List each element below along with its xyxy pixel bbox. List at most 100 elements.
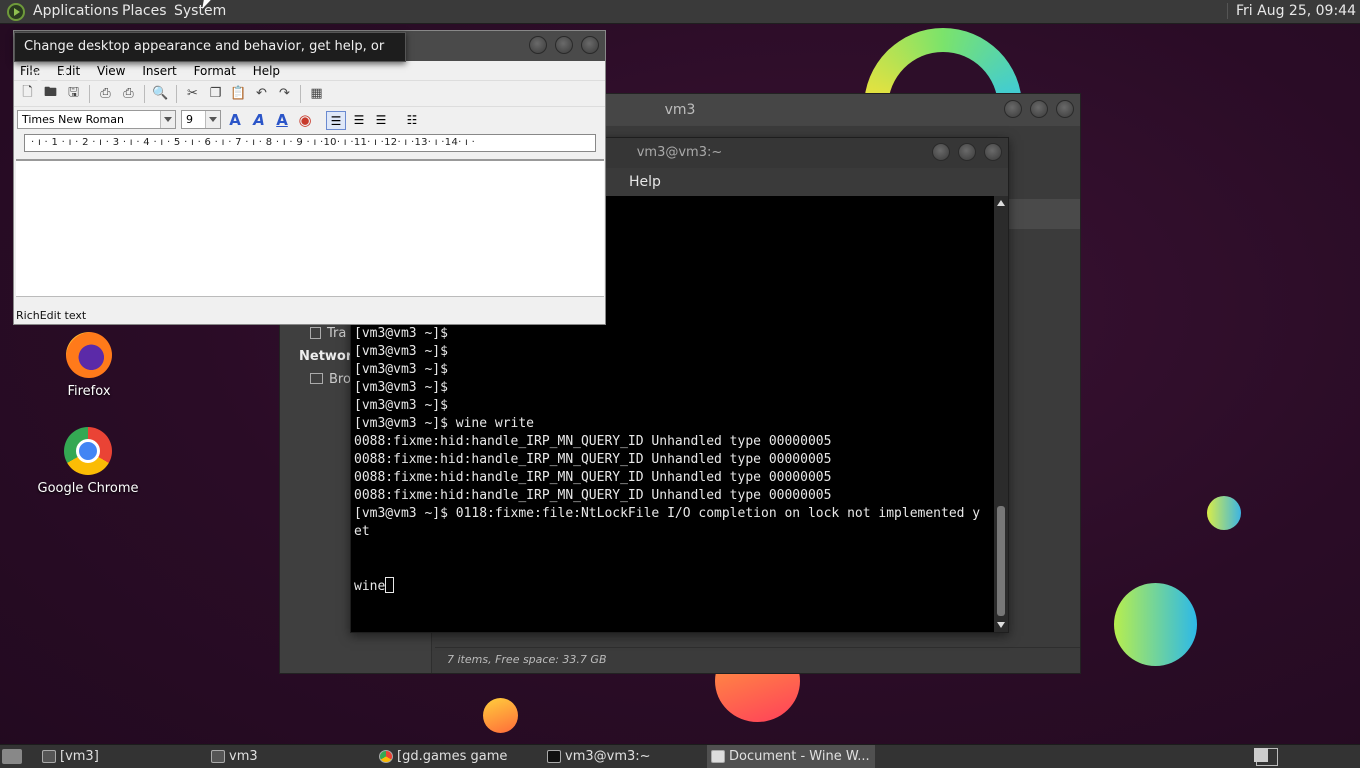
redo-icon[interactable]: ↷ [274,84,295,104]
bullet-list-icon[interactable]: ☷ [402,111,422,130]
copy-icon[interactable]: ❐ [205,84,226,104]
wordpad-icon [711,750,725,763]
minimize-button[interactable] [529,36,547,54]
close-button[interactable] [984,143,1002,161]
sidebar-item-browse-network[interactable]: Bro [310,372,351,387]
font-size-select[interactable]: 9 [181,110,221,129]
gnome-foot-icon[interactable] [7,3,25,21]
cut-icon[interactable]: ✂ [182,84,203,104]
terminal-input: wine [354,579,386,594]
align-left-icon[interactable]: ☰ [326,111,346,130]
scrollbar-thumb[interactable] [997,506,1005,616]
clock[interactable]: Fri Aug 25, 09:44 [1227,3,1356,19]
taskbar-item-terminal[interactable]: vm3@vm3:~ [543,745,703,768]
folder-icon [42,750,56,763]
taskbar-item-label: vm3@vm3:~ [565,749,651,764]
underline-icon[interactable]: A [272,111,292,130]
show-desktop-icon[interactable] [2,749,22,764]
terminal-line: 0088:fixme:hid:handle_IRP_MN_QUERY_ID Un… [354,470,832,485]
sidebar-item-trash[interactable]: Tra [310,326,346,341]
taskbar-item-label: vm3 [229,749,258,764]
minimize-button[interactable] [932,143,950,161]
scroll-up-icon[interactable] [997,200,1005,206]
taskbar: [vm3] vm3 [gd.games game bu... vm3@vm3:~… [0,744,1360,768]
sidebar-item-label: Bro [329,372,351,387]
close-button[interactable] [1056,100,1074,118]
terminal-line: [vm3@vm3 ~]$ [354,344,448,359]
close-button[interactable] [581,36,599,54]
chevron-down-icon[interactable] [160,111,175,128]
taskbar-item-folder-vm3-minimized[interactable]: [vm3] [38,745,198,768]
desktop-icon-label: Google Chrome [37,481,139,496]
taskbar-item-folder-vm3[interactable]: vm3 [207,745,367,768]
print-icon[interactable]: ⎙ [95,84,116,104]
taskbar-item-chrome[interactable]: [gd.games game bu... [375,745,537,768]
status-bar: RichEdit text [16,309,87,322]
status-bar: 7 items, Free space: 33.7 GB [435,647,1080,671]
bold-icon[interactable]: A [225,111,245,130]
align-right-icon[interactable]: ☰ [371,111,391,130]
chevron-down-icon[interactable] [205,111,220,128]
scrollbar[interactable] [994,196,1008,632]
pathbar [1008,199,1080,229]
desktop-icon-label: Firefox [67,384,111,399]
trash-icon [310,327,321,339]
document-editor[interactable] [16,159,604,297]
menu-insert[interactable]: Insert [142,64,176,78]
toolbar-separator [300,84,301,103]
firefox-icon [66,332,112,378]
taskbar-item-wordpad[interactable]: Document - Wine W... [707,745,875,768]
find-icon[interactable]: 🔍 [150,84,171,104]
applications-menu[interactable]: Applications [33,3,119,19]
terminal-line: [vm3@vm3 ~]$ [354,362,448,377]
terminal-icon [547,750,561,763]
ruler: · ı · 1 · ı · 2 · ı · 3 · ı · 4 · ı · 5 … [24,134,596,152]
system-menu[interactable]: System [174,3,226,19]
insert-date-icon[interactable]: ▦ [306,84,327,104]
maximize-button[interactable] [1030,100,1048,118]
undo-icon[interactable]: ↶ [251,84,272,104]
window-controls [529,36,599,54]
menu-help[interactable]: Help [253,64,280,78]
desktop-icon-chrome[interactable]: Google Chrome [28,427,148,496]
italic-icon[interactable]: A [249,111,269,130]
align-center-icon[interactable]: ☰ [349,111,369,130]
paste-icon[interactable]: 📋 [228,84,249,104]
wallpaper-ball [483,698,518,733]
scroll-down-icon[interactable] [997,622,1005,628]
toolbar: 🗋 🖿 🖫 ⎙ ⎙ 🔍 ✂ ❐ 📋 ↶ ↷ ▦ [14,81,605,107]
menu-format[interactable]: Format [194,64,236,78]
maximize-button[interactable] [555,36,573,54]
terminal-line: et [354,524,370,539]
terminal-line: [vm3@vm3 ~]$ [354,398,448,413]
font-size-value: 9 [186,113,193,126]
wordpad-menubar: File Edit View Insert Format Help [14,61,605,81]
toolbar-separator [144,84,145,103]
menu-help[interactable]: Help [629,168,661,196]
font-select-value: Times New Roman [22,113,124,126]
desktop-icon-firefox[interactable]: Firefox [29,332,149,399]
terminal-line: [vm3@vm3 ~]$ 0118:fixme:file:NtLockFile … [354,506,981,521]
toolbar-separator [176,84,177,103]
terminal-input-line[interactable]: wine [354,577,980,596]
text-color-icon[interactable]: ◉ [295,111,315,130]
maximize-button[interactable] [958,143,976,161]
format-bar: Times New Roman 9 A A A ◉ ☰ ☰ ☰ ☷ [14,107,605,133]
font-select[interactable]: Times New Roman [17,110,176,129]
tooltip: Change desktop appearance and behavior, … [14,32,406,82]
print-preview-icon[interactable]: ⎙ [118,84,139,104]
wallpaper-ball [1114,583,1197,666]
menu-view[interactable]: View [97,64,125,78]
toolbar-separator [89,84,90,103]
taskbar-item-label: [gd.games game bu... [397,749,508,764]
chrome-icon [64,427,112,475]
taskbar-item-label: [vm3] [60,749,99,764]
window-controls [932,143,1002,161]
workspace-active-indicator[interactable] [1254,748,1268,762]
chrome-icon [379,750,393,763]
places-menu[interactable]: Places [122,3,167,19]
sidebar-item-label: Tra [327,326,347,341]
minimize-button[interactable] [1004,100,1022,118]
terminal-line: [vm3@vm3 ~]$ [354,326,448,341]
text-cursor [385,577,395,593]
